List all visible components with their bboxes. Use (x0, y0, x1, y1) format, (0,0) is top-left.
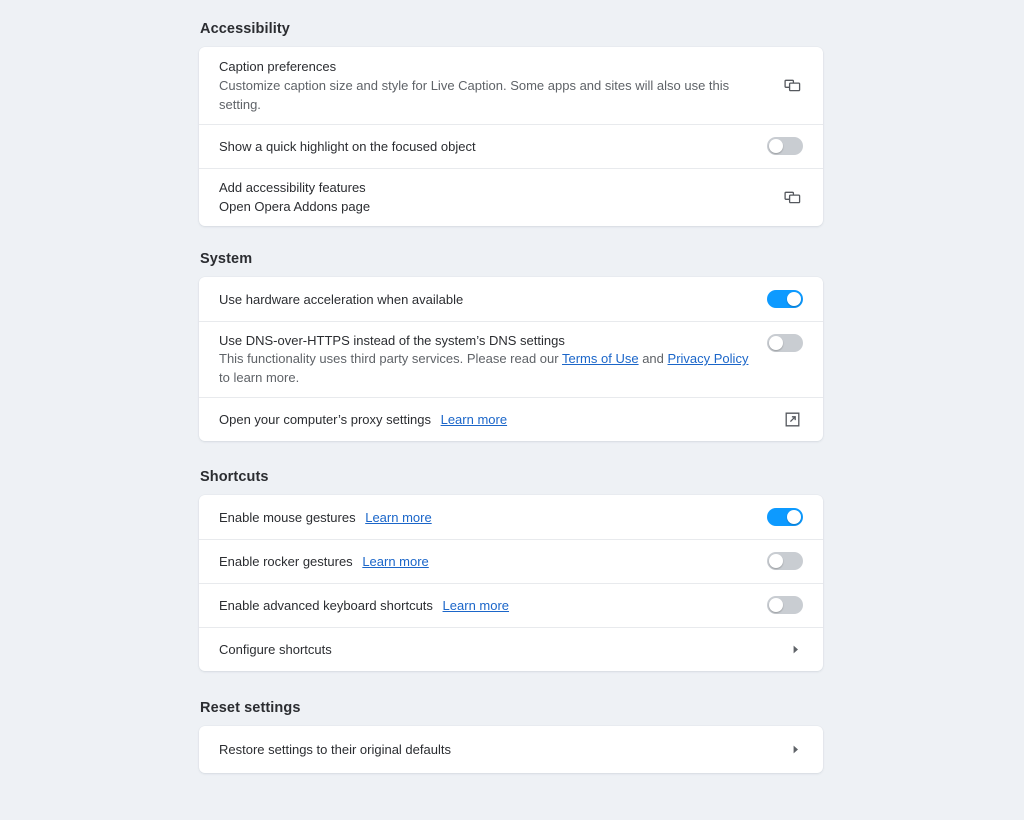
row-text: Use hardware acceleration when available (219, 280, 749, 319)
add-features-title: Add accessibility features (219, 180, 366, 195)
rocker-gestures-title: Enable rocker gestures (219, 553, 353, 569)
row-configure-shortcuts[interactable]: Configure shortcuts (199, 627, 823, 671)
settings-page: Accessibility Caption preferences Custom… (0, 0, 1024, 820)
row-control (765, 334, 803, 352)
shortcuts-card: Enable mouse gestures Learn more Enable … (199, 495, 823, 671)
focus-highlight-title: Show a quick highlight on the focused ob… (219, 138, 476, 154)
section-title-reset-settings: Reset settings (200, 700, 301, 716)
section-reset-settings: Reset settings Restore settings to their… (199, 683, 823, 773)
row-control (765, 552, 803, 570)
dns-desc-part3: to learn more. (219, 369, 300, 385)
row-text: Enable mouse gestures Learn more (219, 498, 749, 537)
advanced-keyboard-title-wrap: Enable advanced keyboard shortcuts Learn… (219, 596, 749, 615)
row-control (765, 137, 803, 155)
section-title-shortcuts: Shortcuts (200, 469, 269, 485)
advanced-keyboard-title: Enable advanced keyboard shortcuts (219, 597, 433, 613)
reset-settings-card: Restore settings to their original defau… (199, 726, 823, 773)
dns-over-https-title: Use DNS-over-HTTPS instead of the system… (219, 333, 565, 348)
row-control (765, 186, 803, 208)
system-card: Use hardware acceleration when available… (199, 277, 823, 441)
section-system: System Use hardware acceleration when av… (199, 235, 823, 441)
row-restore-defaults[interactable]: Restore settings to their original defau… (199, 726, 823, 773)
row-control (765, 641, 803, 657)
section-title-system: System (200, 251, 253, 267)
row-advanced-keyboard-shortcuts[interactable]: Enable advanced keyboard shortcuts Learn… (199, 583, 823, 627)
row-focus-highlight[interactable]: Show a quick highlight on the focused ob… (199, 124, 823, 168)
dns-desc-part2: and (642, 351, 664, 366)
dns-over-https-description: This functionality uses third party serv… (219, 350, 749, 387)
dns-over-https-toggle[interactable] (767, 334, 803, 352)
row-control (765, 290, 803, 308)
row-text: Caption preferences Customize caption si… (219, 47, 749, 124)
row-text: Add accessibility features Open Opera Ad… (219, 168, 749, 226)
rocker-gestures-toggle[interactable] (767, 552, 803, 570)
toggle-knob (769, 554, 783, 568)
rocker-gestures-learn-more-link[interactable]: Learn more (362, 554, 428, 569)
settings-content: Accessibility Caption preferences Custom… (199, 0, 823, 785)
terms-of-use-link[interactable]: Terms of Use (562, 351, 639, 366)
toggle-knob (787, 292, 801, 306)
section-title-accessibility: Accessibility (200, 21, 290, 37)
mouse-gestures-toggle[interactable] (767, 508, 803, 526)
section-shortcuts: Shortcuts Enable mouse gestures Learn mo… (199, 453, 823, 671)
row-control (765, 742, 803, 758)
toggle-knob (769, 139, 783, 153)
hardware-acceleration-title: Use hardware acceleration when available (219, 291, 464, 307)
caption-preferences-title: Caption preferences (219, 59, 337, 74)
toggle-knob (769, 336, 783, 350)
row-control (765, 75, 803, 97)
chevron-right-icon[interactable] (787, 742, 803, 758)
focus-highlight-toggle[interactable] (767, 137, 803, 155)
row-mouse-gestures[interactable]: Enable mouse gestures Learn more (199, 495, 823, 539)
chevron-right-icon[interactable] (787, 641, 803, 657)
open-window-icon[interactable] (781, 75, 803, 97)
mouse-gestures-title-wrap: Enable mouse gestures Learn more (219, 508, 749, 527)
hardware-acceleration-toggle[interactable] (767, 290, 803, 308)
section-accessibility: Accessibility Caption preferences Custom… (199, 0, 823, 226)
restore-defaults-title: Restore settings to their original defau… (219, 742, 451, 757)
proxy-learn-more-link[interactable]: Learn more (441, 412, 507, 427)
configure-shortcuts-title: Configure shortcuts (219, 641, 332, 657)
accessibility-card: Caption preferences Customize caption si… (199, 47, 823, 226)
row-dns-over-https[interactable]: Use DNS-over-HTTPS instead of the system… (199, 321, 823, 397)
caption-preferences-subtitle: Customize caption size and style for Liv… (219, 78, 730, 112)
proxy-settings-title: Open your computer’s proxy settings (219, 411, 431, 427)
mouse-gestures-title: Enable mouse gestures (219, 509, 356, 525)
privacy-policy-link[interactable]: Privacy Policy (668, 351, 749, 366)
row-rocker-gestures[interactable]: Enable rocker gestures Learn more (199, 539, 823, 583)
row-text: Enable advanced keyboard shortcuts Learn… (219, 586, 749, 625)
row-text: Show a quick highlight on the focused ob… (219, 127, 749, 166)
row-proxy-settings[interactable]: Open your computer’s proxy settings Lear… (199, 397, 823, 441)
row-text: Use DNS-over-HTTPS instead of the system… (219, 321, 749, 397)
row-hardware-acceleration[interactable]: Use hardware acceleration when available (199, 277, 823, 321)
row-text: Configure shortcuts (219, 630, 749, 669)
proxy-settings-title-wrap: Open your computer’s proxy settings Lear… (219, 410, 749, 429)
row-add-accessibility-features[interactable]: Add accessibility features Open Opera Ad… (199, 168, 823, 226)
advanced-keyboard-learn-more-link[interactable]: Learn more (443, 598, 509, 613)
toggle-knob (787, 510, 801, 524)
row-text: Open your computer’s proxy settings Lear… (219, 400, 749, 439)
external-link-icon[interactable] (781, 408, 803, 430)
row-text: Restore settings to their original defau… (219, 730, 749, 769)
open-window-icon[interactable] (781, 186, 803, 208)
rocker-gestures-title-wrap: Enable rocker gestures Learn more (219, 552, 749, 571)
advanced-keyboard-toggle[interactable] (767, 596, 803, 614)
row-text: Enable rocker gestures Learn more (219, 542, 749, 581)
row-control (765, 408, 803, 430)
row-caption-preferences[interactable]: Caption preferences Customize caption si… (199, 47, 823, 124)
add-features-subtitle: Open Opera Addons page (219, 199, 371, 214)
mouse-gestures-learn-more-link[interactable]: Learn more (365, 510, 431, 525)
toggle-knob (769, 598, 783, 612)
dns-desc-part1: This functionality uses third party serv… (219, 351, 559, 366)
row-control (765, 596, 803, 614)
row-control (765, 508, 803, 526)
